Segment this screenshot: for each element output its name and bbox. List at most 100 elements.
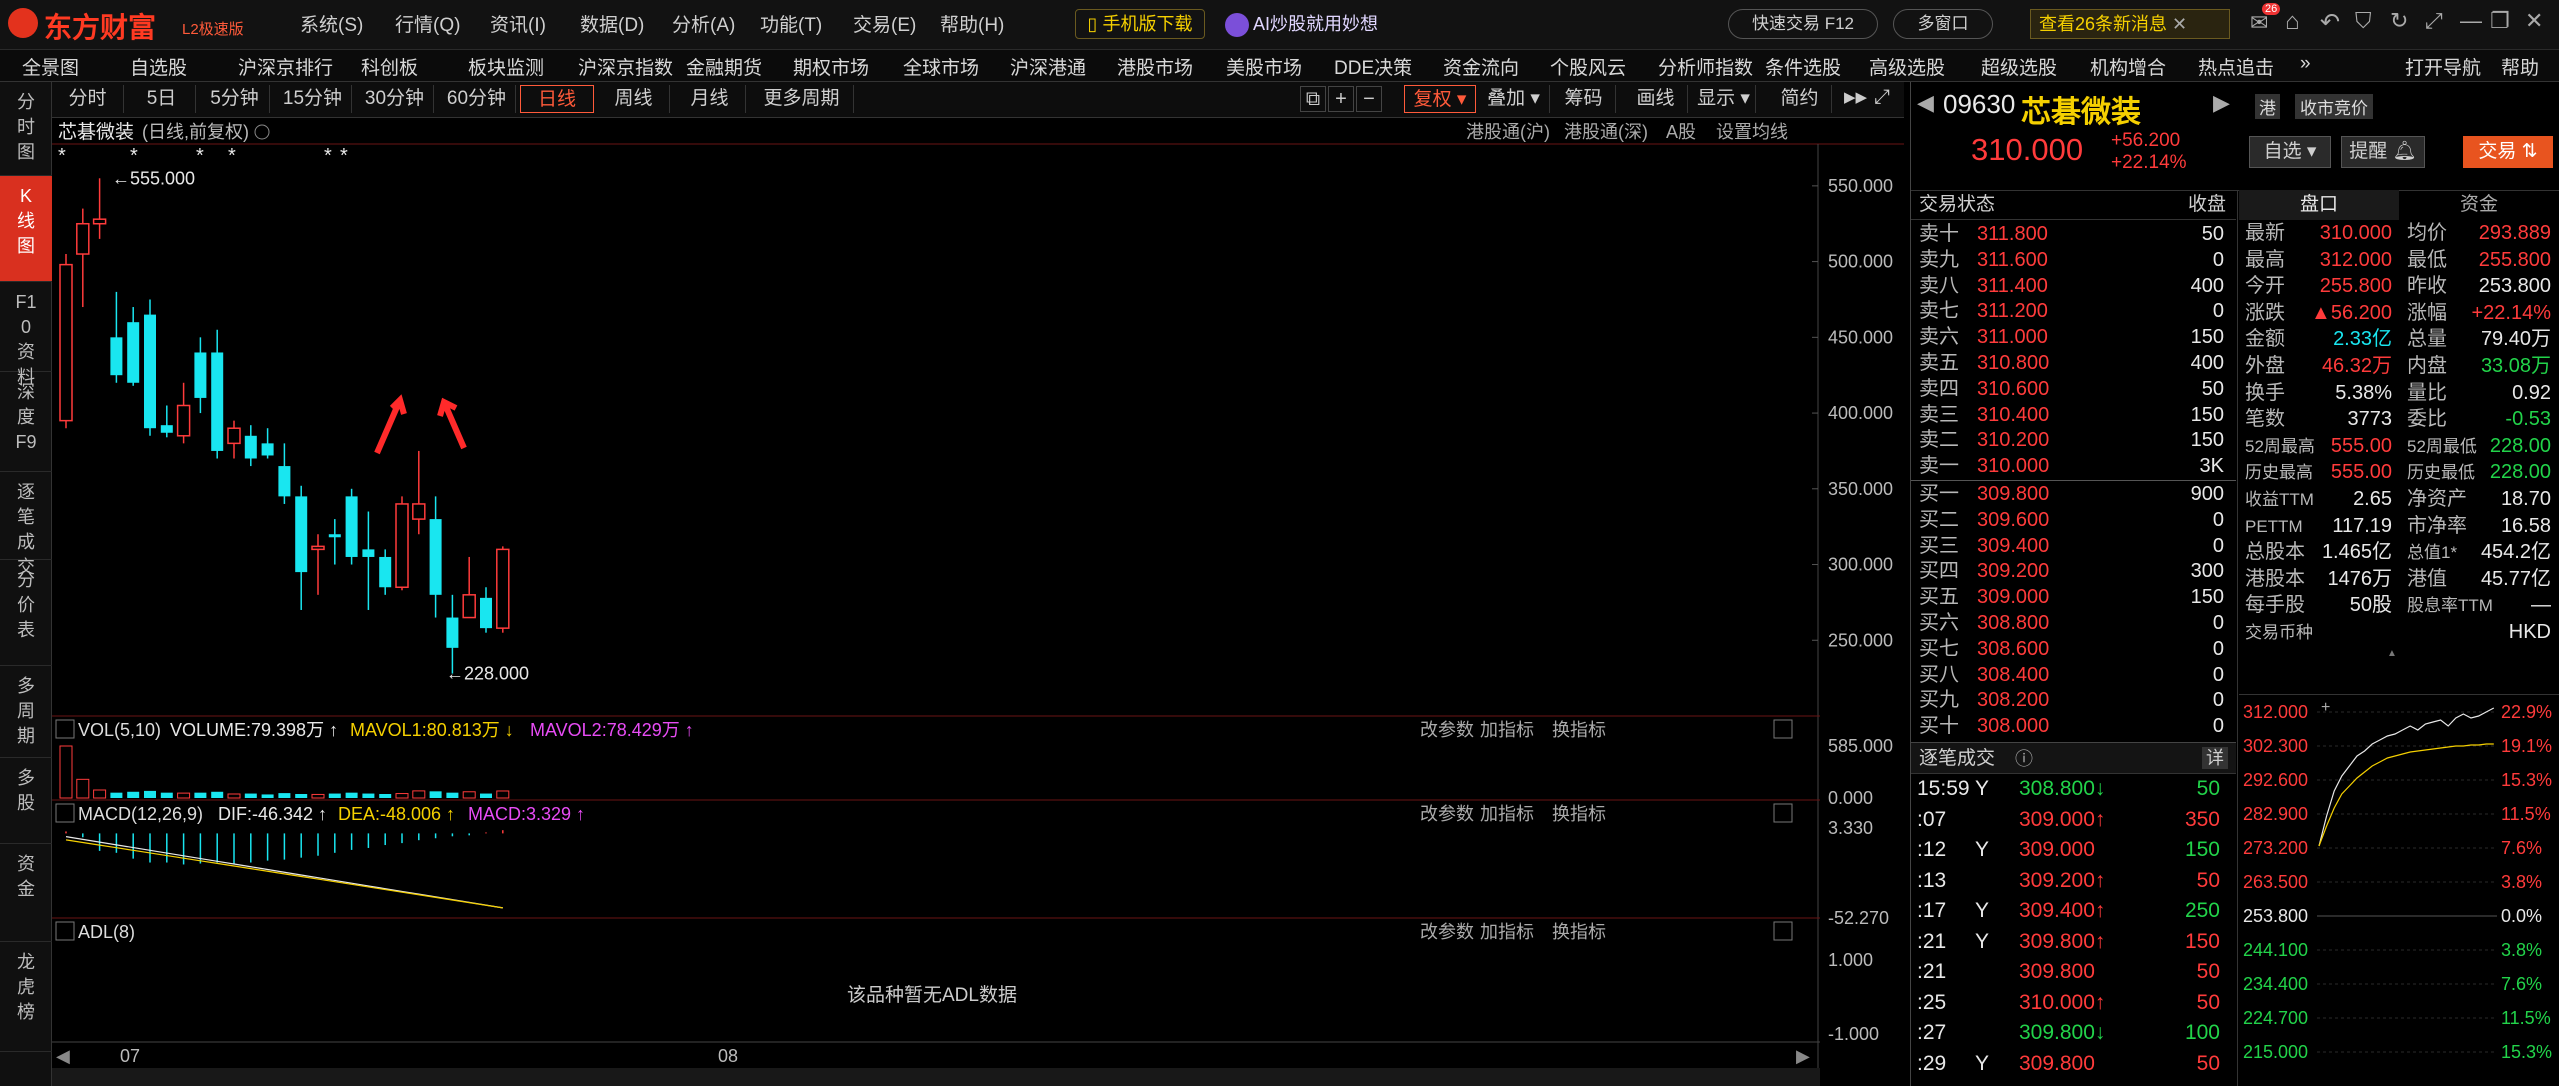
collapse-handle-icon[interactable]: ▲: [2387, 648, 2397, 659]
ask-row[interactable]: 卖七 311.200 0: [1911, 299, 2236, 324]
scroll-right-icon[interactable]: ▶: [1796, 1046, 1810, 1066]
ask-row[interactable]: 卖六 311.000 150: [1911, 325, 2236, 350]
period-button[interactable]: 日线: [520, 85, 594, 113]
candle[interactable]: [429, 496, 442, 618]
volume-bar[interactable]: [395, 793, 409, 799]
volume-bar[interactable]: [328, 793, 341, 798]
chart-tool-button[interactable]: 筹码: [1552, 85, 1616, 113]
candle[interactable]: [92, 178, 107, 239]
chart-header-link[interactable]: A股: [1666, 122, 1696, 142]
volume-bar[interactable]: [227, 793, 241, 799]
volume-bar[interactable]: [462, 791, 476, 799]
volume-bar[interactable]: [59, 745, 73, 799]
volume-bar[interactable]: [244, 793, 257, 798]
ask-row[interactable]: 卖八 311.400 400: [1911, 274, 2236, 299]
left-nav-item[interactable]: K线图: [0, 176, 52, 282]
panel-action-button[interactable]: 改参数: [1420, 804, 1474, 824]
bid-row[interactable]: 买五 309.000 150: [1911, 585, 2236, 610]
ask-row[interactable]: 卖十 311.800 50: [1911, 222, 2236, 247]
candle[interactable]: [211, 329, 224, 459]
menu-item[interactable]: »: [2300, 53, 2311, 75]
bid-row[interactable]: 买八 308.400 0: [1911, 663, 2236, 688]
panel-action-button[interactable]: 换指标: [1552, 804, 1606, 824]
expand-icon[interactable]: ⤢: [1874, 86, 1890, 109]
volume-bar[interactable]: [295, 794, 308, 798]
volume-bar[interactable]: [278, 793, 291, 798]
top-menu-item[interactable]: 系统(S): [300, 10, 363, 37]
top-menu-item[interactable]: 功能(T): [760, 10, 822, 37]
volume-bar[interactable]: [496, 790, 510, 799]
news-button[interactable]: 查看26条新消息 ✕: [2030, 9, 2230, 39]
trade-row[interactable]: :27 309.800↓ 100: [1911, 1018, 2236, 1047]
volume-bar[interactable]: [211, 791, 224, 798]
trade-row[interactable]: :29 Y 309.800 50: [1911, 1049, 2236, 1078]
candle[interactable]: [311, 534, 325, 595]
menu-item[interactable]: 期权市场: [793, 53, 869, 80]
bottom-tab-strip[interactable]: [52, 1068, 1820, 1086]
trade-row[interactable]: :21 309.800 50: [1911, 957, 2236, 986]
bid-row[interactable]: 买四 309.200 300: [1911, 559, 2236, 584]
period-button[interactable]: 30分钟: [356, 85, 434, 113]
menu-item[interactable]: 超级选股: [1981, 53, 2057, 80]
trades-detail-button[interactable]: 详: [2202, 747, 2228, 769]
chart-header-link[interactable]: 港股通(沪): [1466, 122, 1550, 142]
chart-tool-button[interactable]: 复权 ▾: [1404, 85, 1476, 113]
candle[interactable]: [362, 511, 375, 610]
ask-row[interactable]: 卖三 310.400 150: [1911, 403, 2236, 428]
bid-row[interactable]: 买九 308.200 0: [1911, 688, 2236, 713]
top-menu-item[interactable]: 帮助(H): [940, 10, 1004, 37]
candle[interactable]: [160, 405, 173, 438]
candle[interactable]: [110, 291, 123, 383]
menu-item[interactable]: 板块监测: [468, 53, 544, 80]
panel-action-button[interactable]: 换指标: [1552, 922, 1606, 942]
volume-bar[interactable]: [362, 793, 375, 798]
tab-funds[interactable]: 资金: [2399, 190, 2559, 220]
volume-bar[interactable]: [311, 793, 325, 799]
ai-button[interactable]: AI炒股就用妙想: [1225, 9, 1378, 39]
period-button[interactable]: 60分钟: [438, 85, 516, 113]
watchlist-button[interactable]: 自选 ▾: [2249, 136, 2331, 168]
trade-row[interactable]: :21 Y 309.800↑ 150: [1911, 927, 2236, 956]
menu-item[interactable]: 港股市场: [1117, 53, 1193, 80]
candle[interactable]: [176, 382, 191, 444]
candle[interactable]: [244, 425, 257, 467]
top-menu-item[interactable]: 数据(D): [580, 10, 644, 37]
volume-bar[interactable]: [379, 794, 392, 798]
window-close-icon[interactable]: ✕: [2525, 8, 2543, 34]
left-nav-item[interactable]: 分时图: [0, 82, 52, 176]
panel-action-button[interactable]: 加指标: [1480, 804, 1534, 824]
ask-row[interactable]: 卖五 310.800 400: [1911, 351, 2236, 376]
menu-item[interactable]: 沪深京指数: [578, 53, 673, 80]
candle[interactable]: [496, 546, 510, 633]
next-stock-icon[interactable]: ▶: [2213, 90, 2230, 116]
period-button[interactable]: 分时: [52, 85, 124, 113]
panel-action-button[interactable]: 改参数: [1420, 922, 1474, 942]
refresh-icon[interactable]: ↻: [2390, 8, 2408, 34]
volume-bar[interactable]: [261, 794, 274, 798]
scroll-left-icon[interactable]: ◀: [56, 1046, 70, 1066]
menu-item[interactable]: 热点追击: [2198, 53, 2274, 80]
menu-item[interactable]: 科创板: [361, 53, 418, 80]
menu-item[interactable]: 沪深港通: [1010, 53, 1086, 80]
volume-bar[interactable]: [144, 790, 156, 798]
chart-tool-button[interactable]: 叠加 ▾: [1478, 85, 1550, 113]
volume-bar[interactable]: [160, 792, 173, 798]
menu-item[interactable]: 条件选股: [1765, 53, 1841, 80]
chart-canvas[interactable]: 芯碁微装 (日线,前复权) 港股通(沪) 港股通(深) A股 设置均线 550.000 500…: [52, 118, 1904, 1086]
candle[interactable]: [295, 485, 308, 610]
menu-item[interactable]: 自选股: [130, 53, 187, 80]
volume-bar[interactable]: [446, 792, 459, 798]
candle[interactable]: [194, 337, 207, 414]
event-marker-icon[interactable]: *: [228, 145, 236, 167]
panel-action-button[interactable]: 加指标: [1480, 720, 1534, 740]
trade-row[interactable]: :25 310.000↑ 50: [1911, 988, 2236, 1017]
candle[interactable]: [59, 254, 73, 429]
panel-close-icon[interactable]: [1773, 921, 1793, 941]
volume-bar[interactable]: [110, 792, 123, 798]
event-marker-icon[interactable]: *: [340, 145, 348, 167]
menu-item[interactable]: 全球市场: [903, 53, 979, 80]
candle[interactable]: [278, 443, 291, 504]
left-nav-item[interactable]: 分价表: [0, 560, 52, 666]
info-icon[interactable]: ⓘ: [2015, 743, 2033, 775]
prev-stock-icon[interactable]: ◀: [1917, 90, 1934, 116]
